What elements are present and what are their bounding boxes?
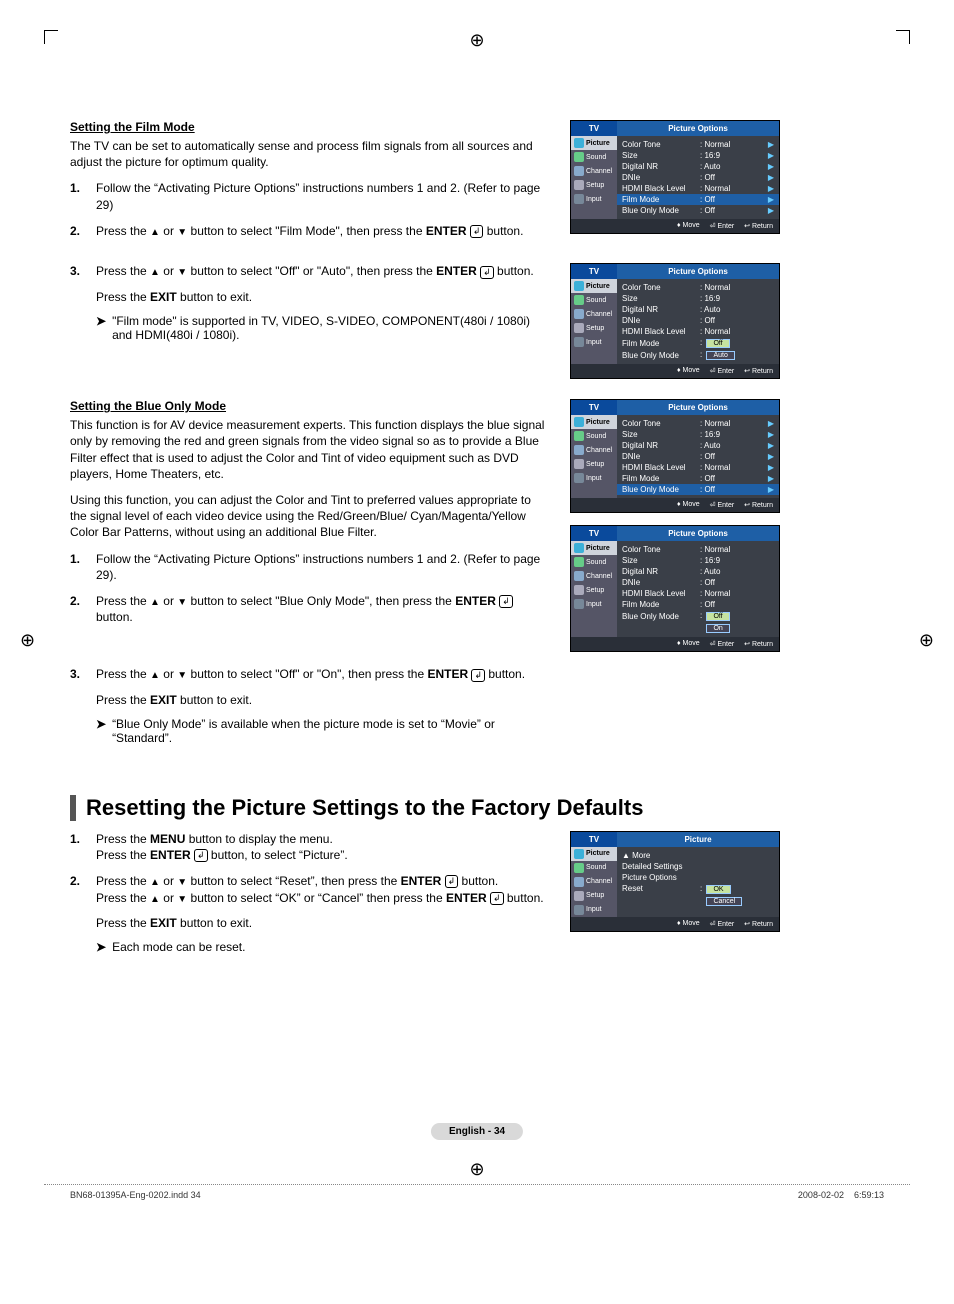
registration-mark-icon: ⊕ bbox=[469, 1159, 484, 1180]
exit-line: Press the EXIT button to exit. bbox=[70, 290, 550, 304]
osd-figure: TVPicture Options Picture Sound Channel … bbox=[570, 399, 780, 513]
registration-mark-icon: ⊕ bbox=[919, 630, 934, 651]
step: 3. Press the ▲ or ▼ button to select "Of… bbox=[70, 666, 550, 683]
up-arrow-icon: ▲ bbox=[150, 227, 160, 238]
section-title: Setting the Blue Only Mode bbox=[70, 399, 550, 413]
osd-figure: TVPicture Options Picture Sound Channel … bbox=[570, 525, 780, 652]
section-heading: Resetting the Picture Settings to the Fa… bbox=[70, 795, 884, 821]
osd-figure: TVPicture Options Picture Sound Channel … bbox=[570, 120, 780, 234]
section-title: Setting the Film Mode bbox=[70, 120, 550, 134]
enter-icon: ↲ bbox=[470, 225, 484, 238]
crop-mark bbox=[44, 30, 58, 44]
registration-mark-icon: ⊕ bbox=[469, 30, 484, 51]
step: 3. Press the ▲ or ▼ button to select "Of… bbox=[70, 263, 550, 280]
note: ➤Each mode can be reset. bbox=[70, 940, 550, 954]
osd-figure: TVPicture Options Picture Sound Channel … bbox=[570, 263, 780, 379]
intro-text: The TV can be set to automatically sense… bbox=[70, 138, 550, 170]
note: ➤“Blue Only Mode” is available when the … bbox=[70, 717, 550, 745]
down-arrow-icon: ▼ bbox=[177, 227, 187, 238]
page-number: English - 34 bbox=[431, 1123, 523, 1140]
body-text: Using this function, you can adjust the … bbox=[70, 492, 550, 541]
step: 2. Press the ▲ or ▼ button to select "Fi… bbox=[70, 223, 550, 240]
step: 2. Press the ▲ or ▼ button to select "Bl… bbox=[70, 593, 550, 626]
registration-mark-icon: ⊕ bbox=[20, 630, 35, 651]
step: 2. Press the ▲ or ▼ button to select “Re… bbox=[70, 873, 550, 906]
step: 1.Follow the “Activating Picture Options… bbox=[70, 551, 550, 583]
body-text: This function is for AV device measureme… bbox=[70, 417, 550, 482]
print-footer: BN68-01395A-Eng-0202.indd 34 2008-02-02 … bbox=[70, 1190, 884, 1200]
note: ➤"Film mode" is supported in TV, VIDEO, … bbox=[70, 314, 550, 342]
osd-figure: TVPicture Picture Sound Channel Setup In… bbox=[570, 831, 780, 932]
note-icon: ➤ bbox=[96, 314, 106, 342]
step: 1. Press the MENU button to display the … bbox=[70, 831, 550, 863]
crop-mark bbox=[896, 30, 910, 44]
step: 1.Follow the “Activating Picture Options… bbox=[70, 180, 550, 212]
exit-line: Press the EXIT button to exit. bbox=[70, 693, 550, 707]
manual-page: ⊕ ⊕ ⊕ ⊕ Setting the Film Mode The TV can… bbox=[0, 0, 954, 1260]
exit-line: Press the EXIT button to exit. bbox=[70, 916, 550, 930]
